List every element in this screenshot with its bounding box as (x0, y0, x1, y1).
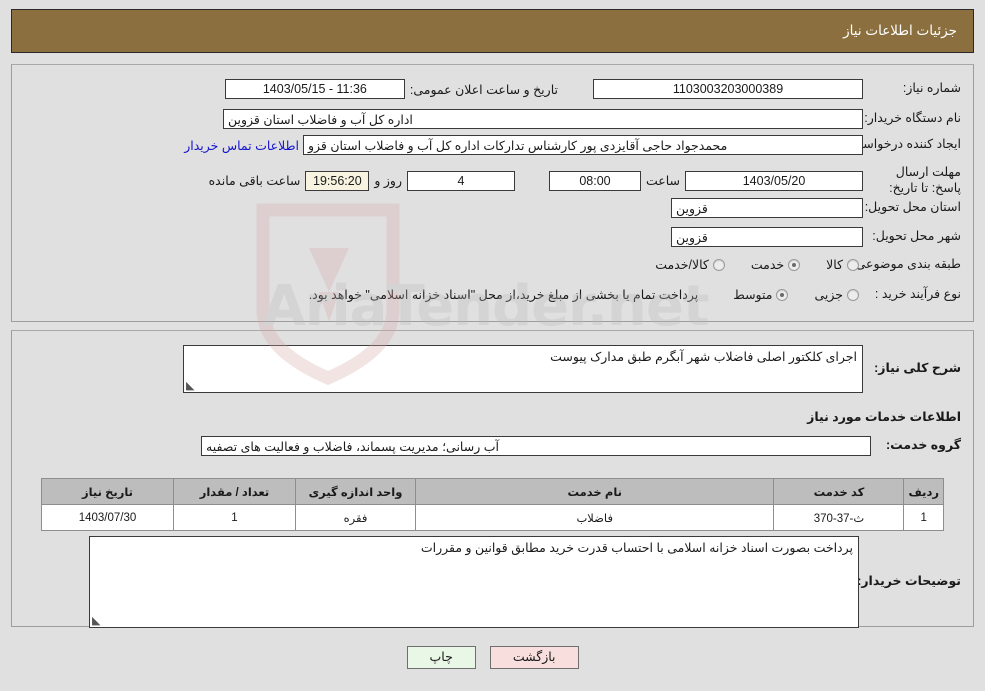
back-button[interactable]: بازگشت (489, 646, 579, 669)
deadline-date-value: 1403/05/20 (685, 170, 863, 191)
requester-value: محمدجواد حاجی آقایزدی پور کارشناس تدارکا… (303, 135, 863, 155)
need-summary-textarea[interactable]: اجرای کلکتور اصلی فاضلاب شهر آبگرم طبق م… (183, 345, 863, 393)
col-row-no: ردیف (903, 478, 944, 505)
process-note: پرداخت تمام یا بخشی از مبلغ خرید،از محل … (308, 288, 699, 303)
process-option-jozei[interactable]: جزیی (814, 287, 859, 302)
need-summary-value: اجرای کلکتور اصلی فاضلاب شهر آبگرم طبق م… (550, 350, 857, 364)
radio-motavaset-icon[interactable] (776, 288, 789, 301)
cell-need-date: 1403/07/30 (41, 504, 174, 531)
need-number-row: شماره نیاز: 1103003203000389 تاریخ و ساع… (224, 79, 961, 99)
button-bar: بازگشت چاپ (0, 646, 985, 669)
resize-grip-icon-notes[interactable]: ◢ (92, 615, 102, 627)
buyer-notes-value: پرداخت بصورت اسناد خزانه اسلامی با احتسا… (420, 541, 853, 555)
services-section-heading: اطلاعات خدمات مورد نیاز (807, 410, 961, 424)
page-title-bar: جزئیات اطلاعات نیاز (11, 9, 974, 53)
process-option-jozei-label: جزیی (814, 288, 843, 303)
service-group-label: گروه خدمت: (885, 438, 961, 453)
service-group-row: گروه خدمت: آب رسانی؛ مدیریت پسماند، فاضل… (201, 436, 961, 456)
table-header-row: ردیف کد خدمت نام خدمت واحد اندازه گیری ت… (41, 478, 944, 505)
category-row: طبقه بندی موضوعی: کالا خدمت کالا/خدمت (629, 257, 961, 273)
buyer-notes-row: توضیحات خریدار: پرداخت بصورت اسناد خزانه… (89, 536, 961, 628)
cell-row-no: 1 (903, 504, 944, 531)
cell-unit: فقره (295, 504, 416, 531)
buyer-notes-label: توضیحات خریدار: (857, 574, 961, 589)
buyer-org-value: اداره کل آب و فاضلاب استان قزوین (223, 109, 863, 129)
process-option-motavaset-label: متوسط (733, 288, 773, 303)
remaining-days-value: 4 (406, 170, 515, 191)
category-option-kala[interactable]: کالا (826, 257, 859, 272)
buyer-contact-link[interactable]: اطلاعات تماس خریدار (180, 138, 303, 153)
deadline-row: مهلت ارسال پاسخ: تا تاریخ: 1403/05/20 سا… (204, 165, 961, 196)
page-title: جزئیات اطلاعات نیاز (843, 23, 957, 38)
service-group-value: آب رسانی؛ مدیریت پسماند، فاضلاب و فعالیت… (201, 436, 871, 456)
remaining-time-label: ساعت باقی مانده (208, 174, 301, 189)
radio-kala-icon[interactable] (847, 258, 859, 271)
cell-service-code: ث-37-370 (773, 504, 905, 531)
cell-service-name: فاضلاب (414, 504, 775, 531)
city-row: شهر محل تحویل: قزوین (671, 227, 961, 247)
radio-khedmat-icon[interactable] (788, 258, 801, 271)
col-need-date: تاریخ نیاز (41, 478, 174, 505)
radio-kala-khedmat-icon[interactable] (712, 258, 725, 271)
province-label: استان محل تحویل: (864, 200, 961, 215)
buyer-org-row: نام دستگاه خریدار: اداره کل آب و فاضلاب … (223, 109, 961, 129)
need-summary-label: شرح کلی نیاز: (874, 361, 961, 376)
page-root: جزئیات اطلاعات نیاز AriaTender.net شماره… (0, 0, 985, 691)
radio-jozei-icon[interactable] (847, 288, 859, 301)
need-number-value: 1103003203000389 (593, 79, 863, 99)
process-option-motavaset[interactable]: متوسط (733, 287, 789, 303)
items-table: ردیف کد خدمت نام خدمت واحد اندازه گیری ت… (41, 478, 944, 531)
category-option-khedmat-label: خدمت (750, 258, 785, 273)
buyer-notes-textarea[interactable]: پرداخت بصورت اسناد خزانه اسلامی با احتسا… (89, 536, 859, 628)
province-value: قزوین (671, 198, 863, 218)
public-announce-value: 11:36 - 1403/05/15 (224, 79, 405, 99)
cell-quantity: 1 (173, 504, 296, 531)
print-button[interactable]: چاپ (406, 646, 476, 669)
need-number-label: شماره نیاز: (902, 81, 961, 96)
category-option-kala-khedmat[interactable]: کالا/خدمت (655, 257, 725, 272)
table-row: 1 ث-37-370 فاضلاب فقره 1 1403/07/30 (41, 504, 944, 531)
remaining-time-value: 19:56:20 (305, 170, 370, 191)
col-service-name: نام خدمت (414, 478, 775, 505)
process-type-radio-group: جزیی متوسط (707, 287, 859, 302)
requester-label: ایجاد کننده درخواست: (847, 137, 961, 152)
buyer-org-label: نام دستگاه خریدار: (864, 111, 961, 126)
col-service-code: کد خدمت (773, 478, 905, 505)
deadline-hour-label: ساعت (645, 174, 680, 189)
need-summary-row: شرح کلی نیاز: اجرای کلکتور اصلی فاضلاب ش… (183, 345, 961, 393)
requester-row: ایجاد کننده درخواست: محمدجواد حاجی آقایز… (180, 135, 961, 155)
col-unit: واحد اندازه گیری (295, 478, 416, 505)
resize-grip-icon[interactable]: ◢ (186, 380, 196, 392)
category-option-kala-khedmat-label: کالا/خدمت (655, 258, 709, 273)
deadline-hour-value: 08:00 (548, 170, 641, 191)
process-type-label: نوع فرآیند خرید : (874, 287, 961, 301)
category-label: طبقه بندی موضوعی: (852, 257, 961, 271)
need-info-panel: شماره نیاز: 1103003203000389 تاریخ و ساع… (11, 64, 974, 322)
process-type-row: نوع فرآیند خرید : جزیی متوسط پرداخت تمام… (304, 287, 961, 303)
category-option-khedmat[interactable]: خدمت (750, 257, 801, 273)
col-quantity: تعداد / مقدار (173, 478, 296, 505)
category-option-kala-label: کالا (826, 258, 843, 273)
remaining-days-label: روز و (374, 174, 402, 189)
public-announce-label: تاریخ و ساعت اعلان عمومی: (409, 82, 558, 97)
category-radio-group: کالا خدمت کالا/خدمت (629, 257, 859, 272)
province-row: استان محل تحویل: قزوین (671, 198, 961, 218)
city-label: شهر محل تحویل: (872, 229, 961, 244)
deadline-label: مهلت ارسال پاسخ: تا تاریخ: (889, 165, 961, 195)
city-value: قزوین (671, 227, 863, 247)
